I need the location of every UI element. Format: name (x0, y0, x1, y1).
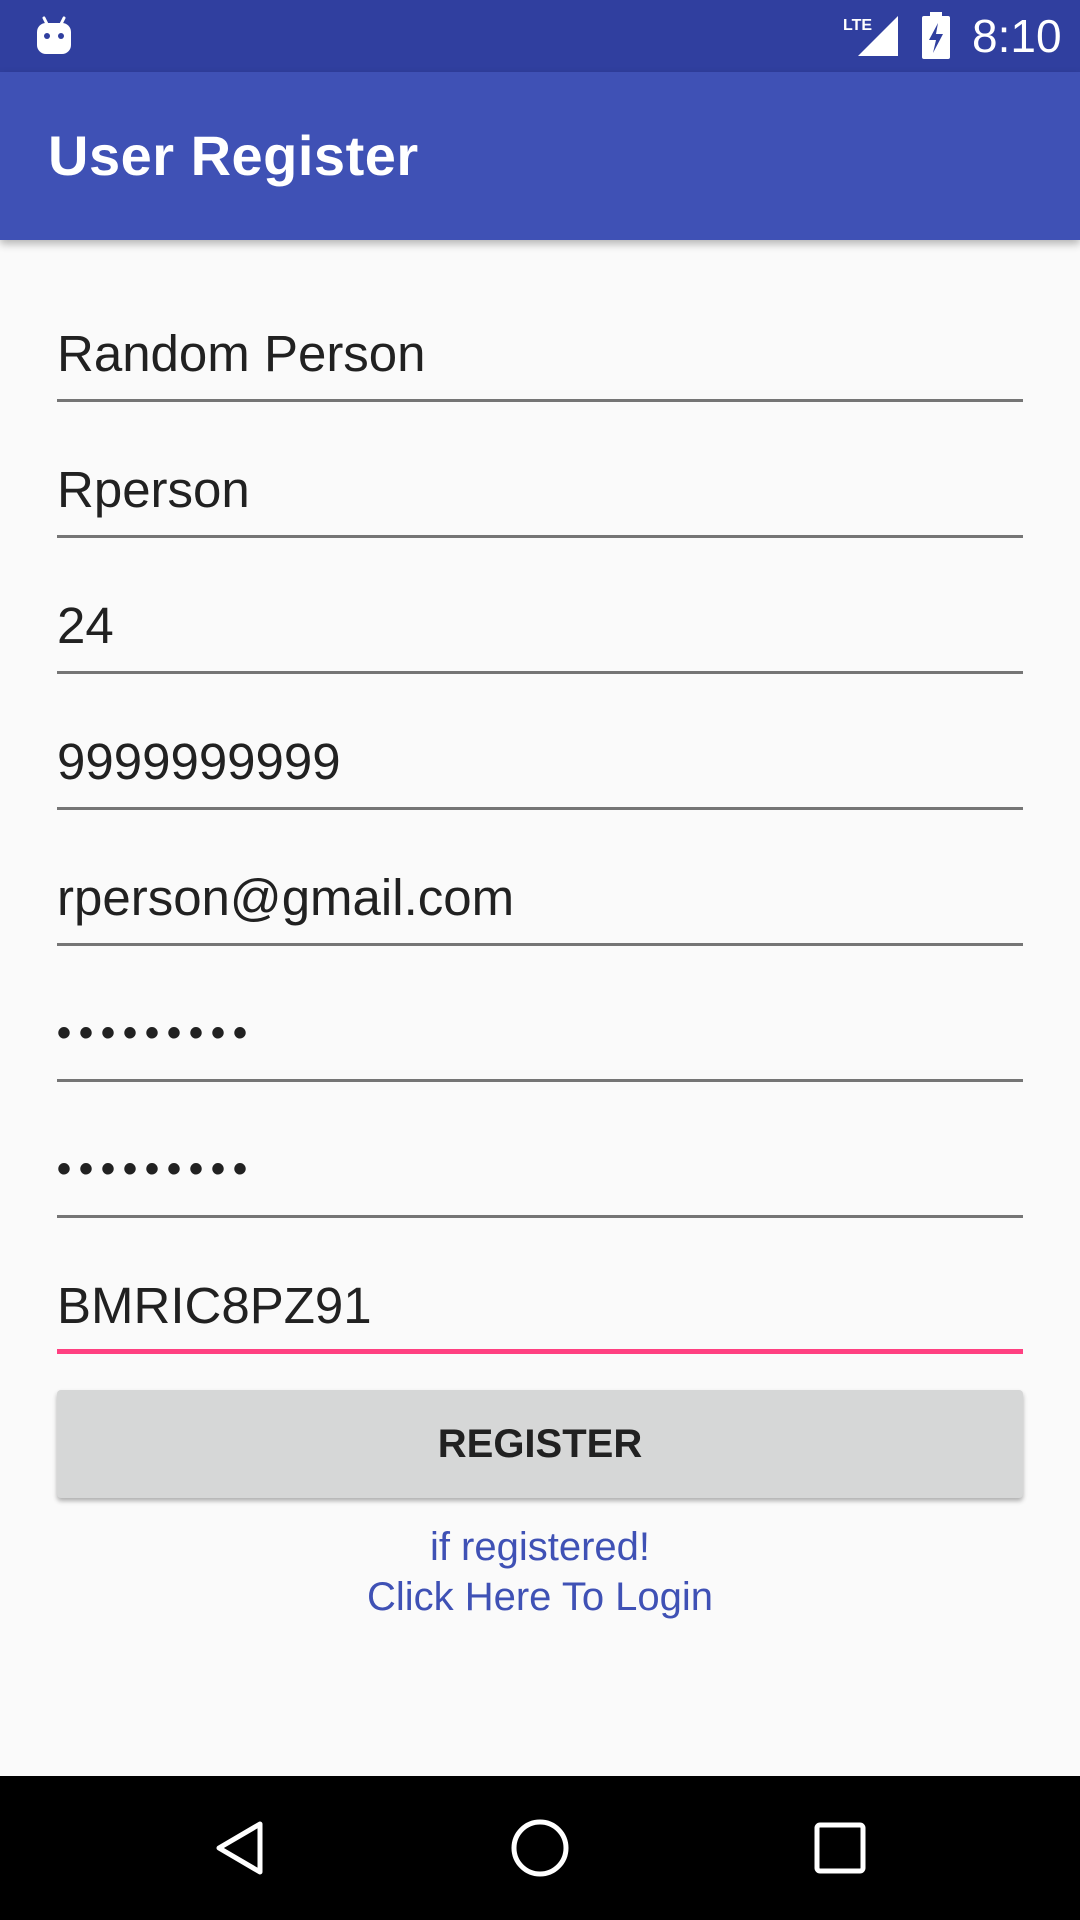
full-name-input[interactable] (57, 310, 1023, 396)
recents-square-icon (814, 1822, 866, 1874)
confirm-password-input[interactable] (57, 1126, 1023, 1212)
network-type-label: LTE (843, 17, 872, 34)
age-field[interactable] (57, 582, 1023, 674)
confirm-password-field[interactable] (57, 1126, 1023, 1218)
login-link-line1: if registered! (429, 1525, 651, 1569)
code-field[interactable] (57, 1262, 1023, 1354)
field-underline (57, 399, 1023, 402)
nav-home-button[interactable] (450, 1776, 630, 1920)
full-name-field[interactable] (57, 310, 1023, 402)
email-field[interactable] (57, 854, 1023, 946)
login-link-line2: Click Here To Login (366, 1575, 714, 1619)
home-circle-icon (511, 1819, 569, 1877)
field-underline (57, 807, 1023, 810)
status-bar: LTE 8:10 (0, 0, 1080, 72)
page-title: User Register (48, 124, 419, 187)
android-debug-icon (37, 16, 71, 54)
age-input[interactable] (57, 582, 1023, 668)
navigation-bar (0, 1776, 1080, 1920)
username-input[interactable] (57, 446, 1023, 532)
register-button[interactable]: REGISTER (57, 1390, 1023, 1498)
lte-signal-icon: LTE (843, 16, 898, 56)
password-field[interactable] (57, 990, 1023, 1082)
back-triangle-icon (216, 1821, 263, 1875)
code-input[interactable] (57, 1262, 1023, 1348)
app-bar: User Register (0, 72, 1080, 240)
battery-charging-icon (922, 12, 950, 59)
field-underline (57, 671, 1023, 674)
nav-recents-button[interactable] (750, 1776, 930, 1920)
field-underline (57, 1215, 1023, 1218)
login-link[interactable]: if registered! Click Here To Login (0, 1522, 1080, 1622)
phone-input[interactable] (57, 718, 1023, 804)
field-underline (57, 1079, 1023, 1082)
field-underline (57, 535, 1023, 538)
status-clock: 8:10 (972, 10, 1062, 62)
username-field[interactable] (57, 446, 1023, 538)
nav-back-button[interactable] (150, 1776, 330, 1920)
email-input[interactable] (57, 854, 1023, 940)
field-underline-focused (57, 1349, 1023, 1354)
field-underline (57, 943, 1023, 946)
phone-field[interactable] (57, 718, 1023, 810)
password-input[interactable] (57, 990, 1023, 1076)
